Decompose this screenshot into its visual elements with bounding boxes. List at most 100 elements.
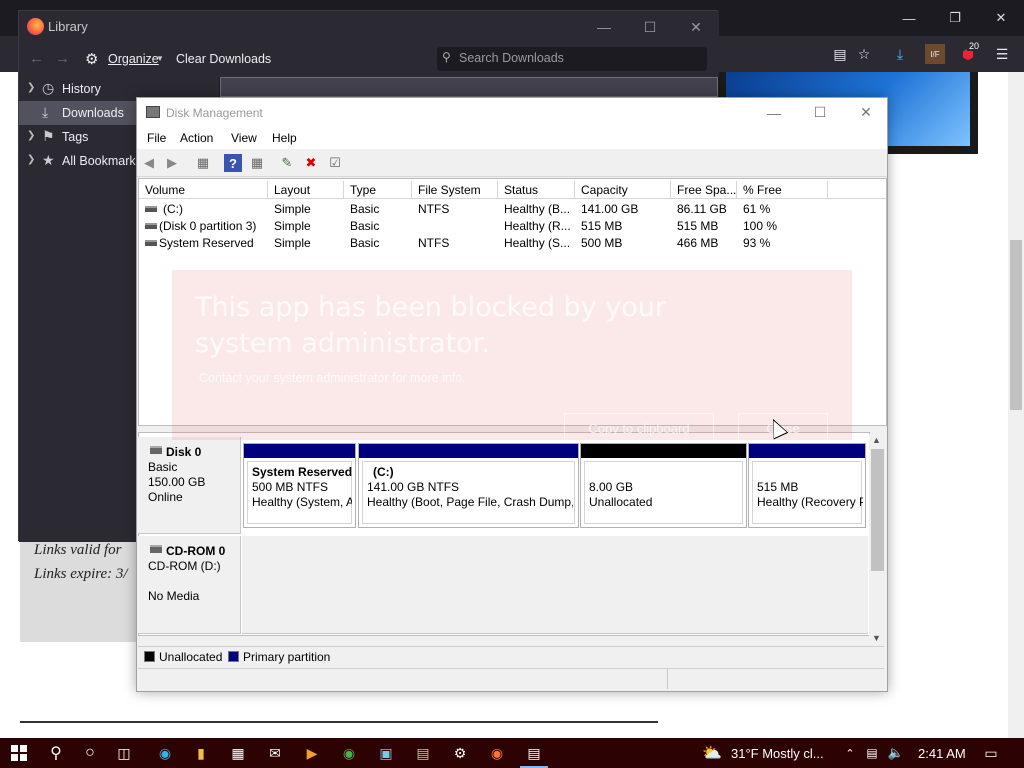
- connect-icon[interactable]: ✎: [278, 154, 296, 172]
- forward-icon[interactable]: ▶: [163, 154, 181, 172]
- settings-gear-icon[interactable]: ⚙: [446, 738, 474, 768]
- column-free-space[interactable]: Free Spa...: [671, 181, 737, 199]
- volume-icon[interactable]: 🔈: [886, 738, 906, 768]
- task-view-icon[interactable]: ◫: [110, 738, 138, 768]
- dm-close-button[interactable]: ✕: [843, 98, 889, 127]
- dm-maximize-button[interactable]: ☐: [797, 98, 843, 127]
- column-type[interactable]: Type: [344, 181, 412, 199]
- chrome-icon[interactable]: ◉: [335, 738, 363, 768]
- notification-center-icon[interactable]: ▭: [978, 738, 1004, 768]
- menu-view[interactable]: View: [231, 131, 257, 145]
- volume-list-header: Volume Layout Type File System Status Ca…: [139, 181, 886, 199]
- reader-view-icon[interactable]: ▤: [830, 44, 850, 64]
- clock-time[interactable]: 2:41 AM: [918, 746, 966, 761]
- column-file-system[interactable]: File System: [412, 181, 498, 199]
- clear-downloads-button[interactable]: Clear Downloads: [176, 52, 271, 66]
- expand-arrow-icon[interactable]: ❯: [27, 130, 35, 141]
- remote-desktop-icon[interactable]: ▣: [372, 738, 400, 768]
- firefox-taskbar-icon[interactable]: ◉: [483, 738, 511, 768]
- scroll-up-icon[interactable]: ▲: [872, 435, 881, 445]
- cell-free-space: 86.11 GB: [677, 202, 727, 216]
- volume-icon: [145, 206, 157, 212]
- browser-scrollbar-thumb[interactable]: [1010, 240, 1022, 410]
- network-icon[interactable]: ▤: [862, 738, 882, 768]
- partition-body: 515 MB Healthy (Recovery P: [752, 461, 863, 524]
- partition-system-reserved[interactable]: System Reserved 500 MB NTFS Healthy (Sys…: [243, 443, 356, 528]
- partition-bar: [749, 444, 865, 458]
- search-icon: ⚲: [442, 50, 451, 64]
- back-arrow-icon[interactable]: ←: [29, 50, 44, 67]
- downloads-icon[interactable]: ⤓: [890, 44, 910, 64]
- browser-restore-button[interactable]: ❐: [932, 0, 978, 36]
- partition-c[interactable]: (C:) 141.00 GB NTFS Healthy (Boot, Page …: [358, 443, 579, 528]
- search-icon[interactable]: ⚲: [42, 738, 70, 768]
- back-icon[interactable]: ◀: [140, 154, 158, 172]
- clock-icon: ◷: [42, 80, 55, 96]
- menu-file[interactable]: File: [147, 131, 166, 145]
- menu-action[interactable]: Action: [180, 131, 213, 145]
- forward-arrow-icon[interactable]: →: [55, 50, 70, 67]
- organize-menu-button[interactable]: Organize: [108, 52, 159, 66]
- table-row[interactable]: (Disk 0 partition 3) Simple Basic Health…: [139, 218, 886, 235]
- library-maximize-button[interactable]: ☐: [627, 11, 673, 43]
- disk-0-label[interactable]: Disk 0 Basic 150.00 GB Online: [138, 437, 241, 534]
- tray-chevron-up-icon[interactable]: ⌃: [842, 738, 858, 768]
- list-view-icon[interactable]: ▦: [248, 154, 266, 172]
- browser-close-button[interactable]: ✕: [978, 0, 1024, 36]
- cdrom-area[interactable]: [242, 536, 868, 634]
- gear-icon[interactable]: ⚙: [85, 50, 98, 68]
- delete-icon[interactable]: ✖: [302, 154, 320, 172]
- bookmark-star-icon[interactable]: ☆: [854, 44, 874, 64]
- column-capacity[interactable]: Capacity: [575, 181, 671, 199]
- column-layout[interactable]: Layout: [268, 181, 344, 199]
- library-minimize-button[interactable]: —: [581, 11, 627, 43]
- cell-percent-free: 61 %: [743, 202, 771, 216]
- disk-pane-scrollbar-thumb[interactable]: [871, 449, 884, 571]
- cortana-icon[interactable]: ○: [76, 738, 104, 768]
- table-row[interactable]: (C:) Simple Basic NTFS Healthy (B... 141…: [139, 201, 886, 218]
- partition-bar: [244, 444, 355, 458]
- cell-status: Healthy (R...: [504, 219, 571, 233]
- store-icon[interactable]: ▦: [224, 738, 252, 768]
- column-percent-free[interactable]: % Free: [737, 181, 828, 199]
- edge-icon[interactable]: ◉: [151, 738, 179, 768]
- cell-layout: Simple: [274, 236, 311, 250]
- help-icon[interactable]: ?: [224, 154, 242, 172]
- extension-icon[interactable]: I/F: [925, 44, 945, 64]
- menu-help[interactable]: Help: [272, 131, 297, 145]
- disk-management-taskbar-icon[interactable]: ▤: [520, 738, 548, 768]
- search-downloads-input[interactable]: ⚲ Search Downloads: [437, 47, 707, 71]
- column-status[interactable]: Status: [498, 181, 575, 199]
- weather-cloud-icon[interactable]: ⛅: [700, 738, 724, 768]
- cdrom-media: No Media: [148, 589, 200, 603]
- partition-unallocated[interactable]: 8.00 GB Unallocated: [580, 443, 747, 528]
- media-player-icon[interactable]: ▶: [298, 738, 326, 768]
- mail-icon[interactable]: ✉: [261, 738, 289, 768]
- browser-minimize-button[interactable]: —: [886, 0, 932, 36]
- checklist-icon[interactable]: ☑: [326, 154, 344, 172]
- page-divider: [20, 721, 658, 723]
- file-explorer-icon[interactable]: ▮: [187, 738, 215, 768]
- expand-arrow-icon[interactable]: ❯: [27, 154, 35, 165]
- library-close-button[interactable]: ✕: [673, 11, 719, 43]
- cdrom-0-label[interactable]: CD-ROM 0 CD-ROM (D:) No Media: [138, 536, 241, 634]
- firefox-logo-icon: [27, 18, 44, 35]
- partition-status: Healthy (Boot, Page File, Crash Dump, I: [367, 495, 573, 509]
- cell-percent-free: 93 %: [743, 236, 771, 250]
- app-icon[interactable]: ▤: [409, 738, 437, 768]
- cell-type: Basic: [350, 236, 380, 250]
- dm-minimize-button[interactable]: —: [751, 98, 797, 127]
- copy-to-clipboard-button[interactable]: Copy to clipboard: [564, 413, 714, 443]
- weather-text[interactable]: 31°F Mostly cl...: [731, 746, 824, 761]
- expand-arrow-icon[interactable]: ❯: [27, 82, 35, 93]
- extension-label: I/F: [930, 49, 940, 59]
- download-item[interactable]: [220, 77, 718, 97]
- hamburger-menu-icon[interactable]: ☰: [992, 44, 1012, 64]
- column-volume[interactable]: Volume: [139, 181, 268, 199]
- scroll-down-icon[interactable]: ▼: [872, 633, 881, 643]
- properties-icon[interactable]: ▦: [194, 154, 212, 172]
- windows-start-icon[interactable]: [4, 738, 34, 768]
- partition-recovery[interactable]: 515 MB Healthy (Recovery P: [748, 443, 866, 528]
- partition-status: Healthy (System, A: [252, 495, 352, 509]
- table-row[interactable]: System Reserved Simple Basic NTFS Health…: [139, 235, 886, 252]
